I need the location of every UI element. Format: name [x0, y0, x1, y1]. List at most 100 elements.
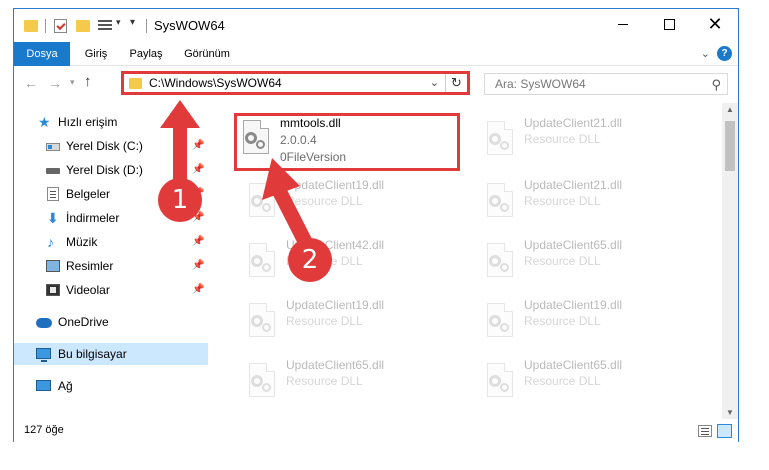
- dll-file-icon: [483, 243, 517, 283]
- search-placeholder: Ara: SysWOW64: [495, 77, 586, 91]
- tab-file[interactable]: Dosya: [14, 42, 70, 66]
- sidebar-item-pictures[interactable]: Resimler 📌: [14, 255, 208, 277]
- search-input[interactable]: Ara: SysWOW64 ⚲: [484, 73, 728, 95]
- navigation-pane: ★ Hızlı erişim Yerel Disk (C:) 📌 Yerel D…: [14, 103, 208, 419]
- vertical-scrollbar[interactable]: ▲ ▼: [722, 103, 738, 419]
- navigation-bar: ← → ▾ ↑ C:\Windows\SysWOW64 ⌄ ↻ Ara: Sys…: [14, 67, 738, 101]
- address-path[interactable]: C:\Windows\SysWOW64: [149, 76, 282, 90]
- properties-icon[interactable]: [54, 19, 67, 33]
- computer-icon: [36, 348, 51, 362]
- details-view-icon[interactable]: [698, 425, 712, 437]
- tab-view[interactable]: Görünüm: [182, 42, 232, 66]
- pin-icon[interactable]: 📌: [192, 255, 204, 277]
- file-name: UpdateClient21.dll: [524, 116, 623, 130]
- tab-share[interactable]: Paylaş: [126, 42, 166, 66]
- network-icon: [36, 380, 51, 391]
- window-title: SysWOW64: [154, 18, 225, 33]
- sidebar-item-quick-access[interactable]: ★ Hızlı erişim: [14, 111, 208, 133]
- sidebar-item-label: Ağ: [58, 379, 73, 393]
- sidebar-item-music[interactable]: ♪ Müzik 📌: [14, 231, 208, 253]
- file-name: UpdateClient21.dll: [524, 178, 623, 192]
- sidebar-item-label: Belgeler: [66, 187, 111, 201]
- pin-icon[interactable]: 📌: [192, 135, 204, 157]
- file-item[interactable]: UpdateClient42.dll Resource DLL: [240, 235, 458, 287]
- videos-icon: [46, 284, 60, 296]
- scroll-down-icon[interactable]: ▼: [726, 408, 734, 417]
- sidebar-item-label: Yerel Disk (C:): [66, 139, 143, 153]
- forward-arrow-icon[interactable]: →: [48, 75, 62, 91]
- quick-access-separator: [45, 19, 46, 33]
- help-icon[interactable]: ?: [717, 46, 732, 61]
- close-button[interactable]: ✕: [692, 9, 738, 39]
- sidebar-item-label: Hızlı erişim: [58, 115, 118, 129]
- tiles-view-icon[interactable]: [717, 424, 732, 438]
- title-separator: [146, 19, 147, 33]
- file-item[interactable]: UpdateClient21.dll Resource DLL: [478, 113, 696, 165]
- step-badge-2: 2: [288, 238, 332, 282]
- file-name: mmtools.dll: [280, 116, 341, 130]
- file-item[interactable]: UpdateClient65.dll Resource DLL: [478, 235, 696, 287]
- file-type: Resource DLL: [524, 254, 601, 268]
- file-type: Resource DLL: [286, 314, 363, 328]
- download-icon: ⬇: [47, 210, 59, 226]
- address-bar[interactable]: C:\Windows\SysWOW64 ⌄ ↻: [121, 71, 470, 95]
- file-item[interactable]: UpdateClient65.dll Resource DLL: [240, 355, 458, 407]
- dll-file-icon: [245, 363, 279, 403]
- expand-ribbon-icon[interactable]: ⌄: [701, 47, 710, 60]
- star-icon: ★: [38, 114, 51, 130]
- chevron-down-icon[interactable]: ▾: [116, 17, 121, 31]
- sidebar-item-local-disk-c[interactable]: Yerel Disk (C:) 📌: [14, 135, 208, 157]
- music-icon: ♪: [47, 234, 54, 250]
- dll-file-icon: [239, 120, 273, 160]
- file-name: UpdateClient19.dll: [524, 298, 623, 312]
- file-version: 2.0.0.4: [280, 133, 317, 147]
- pin-icon[interactable]: 📌: [192, 159, 204, 181]
- new-folder-icon[interactable]: [76, 20, 90, 32]
- folder-icon: [129, 78, 142, 89]
- minimize-button[interactable]: [600, 9, 646, 39]
- pin-icon[interactable]: 📌: [192, 231, 204, 253]
- recent-locations-icon[interactable]: ▾: [70, 77, 75, 88]
- chevron-down-icon[interactable]: ⌄: [430, 76, 439, 89]
- refresh-icon[interactable]: ↻: [445, 74, 467, 92]
- folder-icon[interactable]: [24, 20, 38, 32]
- file-type: Resource DLL: [286, 194, 363, 208]
- scroll-up-icon[interactable]: ▲: [726, 105, 734, 114]
- file-item[interactable]: UpdateClient65.dll Resource DLL: [478, 355, 696, 407]
- sidebar-item-videos[interactable]: Videolar 📌: [14, 279, 208, 301]
- file-name: UpdateClient65.dll: [524, 358, 623, 372]
- file-name: UpdateClient19.dll: [286, 178, 385, 192]
- file-type: Resource DLL: [524, 132, 601, 146]
- sidebar-item-label: Bu bilgisayar: [58, 347, 127, 361]
- customize-toolbar-icon[interactable]: ▾: [130, 17, 135, 31]
- pin-icon[interactable]: 📌: [192, 279, 204, 301]
- dll-file-icon: [483, 183, 517, 223]
- file-item-mmtools[interactable]: mmtools.dll 2.0.0.4 0FileVersion: [234, 113, 460, 171]
- sidebar-item-label: Resimler: [66, 259, 114, 273]
- documents-icon: [47, 187, 59, 201]
- up-arrow-icon[interactable]: ↑: [84, 73, 92, 90]
- back-arrow-icon[interactable]: ←: [24, 75, 38, 91]
- sidebar-item-onedrive[interactable]: OneDrive: [14, 311, 208, 333]
- dll-file-icon: [483, 121, 517, 161]
- file-item[interactable]: UpdateClient21.dll Resource DLL: [478, 175, 696, 227]
- scrollbar-thumb[interactable]: [725, 121, 735, 171]
- sidebar-item-network[interactable]: Ağ: [14, 375, 208, 397]
- file-item[interactable]: UpdateClient19.dll Resource DLL: [240, 295, 458, 347]
- status-bar: 127 öğe: [14, 419, 738, 443]
- maximize-button[interactable]: [646, 9, 692, 39]
- sidebar-item-label: Videolar: [66, 283, 110, 297]
- file-type: Resource DLL: [524, 314, 601, 328]
- sidebar-item-label: Yerel Disk (D:): [66, 163, 143, 177]
- sidebar-item-this-pc[interactable]: Bu bilgisayar: [14, 343, 208, 365]
- file-item[interactable]: UpdateClient19.dll Resource DLL: [240, 175, 458, 227]
- file-name: UpdateClient65.dll: [286, 358, 385, 372]
- sidebar-item-label: İndirmeler: [66, 211, 120, 225]
- file-description: 0FileVersion: [280, 150, 347, 164]
- onedrive-icon: [36, 318, 52, 328]
- tab-home[interactable]: Giriş: [78, 42, 114, 66]
- file-item[interactable]: UpdateClient19.dll Resource DLL: [478, 295, 696, 347]
- file-type: Resource DLL: [524, 194, 601, 208]
- file-type: Resource DLL: [286, 374, 363, 388]
- layout-icon[interactable]: [98, 20, 112, 32]
